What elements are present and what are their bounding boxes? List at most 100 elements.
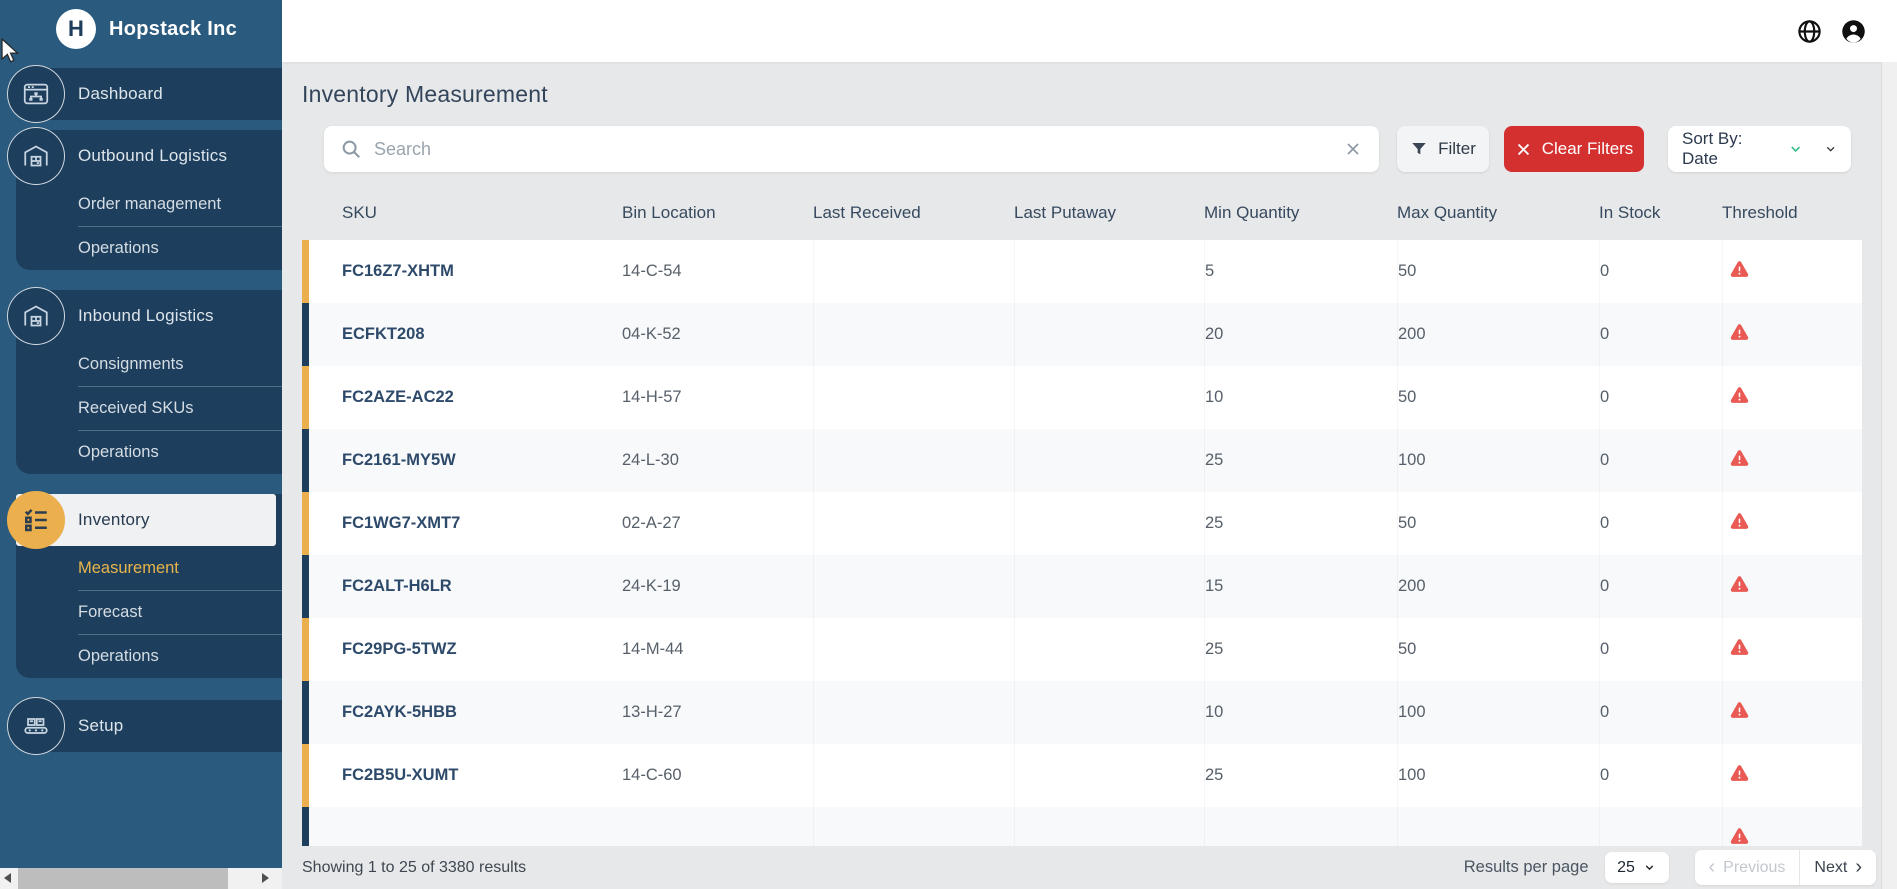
sidebar-item-inventory[interactable]: Inventory [16,494,276,546]
table-row[interactable]: FC2AZE-AC2214-H-5710500 [302,366,1862,429]
column-header-threshold: Threshold [1722,203,1862,223]
sidebar-item-consignments[interactable]: Consignments [78,342,282,386]
sku-cell[interactable]: FC29PG-5TWZ [302,618,622,681]
max-quantity-cell [1397,807,1599,846]
in-stock-cell: 0 [1599,555,1722,618]
scroll-left-arrow-icon[interactable] [4,873,11,883]
sidebar-item-operations[interactable]: Operations [78,634,282,678]
horizontal-scrollbar-thumb[interactable] [18,868,228,889]
min-quantity-cell [1204,807,1397,846]
bin-location-cell: 14-C-60 [622,744,813,807]
last-received-cell [813,240,1014,303]
threshold-cell [1722,618,1862,681]
globe-icon[interactable] [1796,18,1823,45]
last-received-cell [813,807,1014,846]
bin-location-cell: 04-K-52 [622,303,813,366]
sku-cell[interactable]: FC2ALT-H6LR [302,555,622,618]
sidebar-item-inbound-logistics[interactable]: Inbound Logistics [16,290,282,342]
search-input[interactable] [374,139,1331,160]
threshold-cell [1722,555,1862,618]
sidebar-item-order-management[interactable]: Order management [78,182,282,226]
sidebar-item-forecast[interactable]: Forecast [78,590,282,634]
max-quantity-cell: 100 [1397,681,1599,744]
conveyor-icon [7,697,65,755]
column-header-in-stock: In Stock [1599,203,1722,223]
table-row[interactable]: FC2161-MY5W24-L-30251000 [302,429,1862,492]
max-quantity-cell: 50 [1397,240,1599,303]
max-quantity-cell: 200 [1397,303,1599,366]
bin-location-cell: 24-K-19 [622,555,813,618]
warehouse-inbound-icon [7,287,65,345]
alert-triangle-icon [1729,700,1750,726]
in-stock-cell: 0 [1599,681,1722,744]
results-per-page-select[interactable]: 25 [1605,852,1669,883]
sku-cell[interactable]: FC2AZE-AC22 [302,366,622,429]
in-stock-cell: 0 [1599,366,1722,429]
sidebar-item-label: Setup [78,716,123,736]
chevron-down-icon [1643,861,1656,874]
alert-triangle-icon [1729,511,1750,537]
next-page-button[interactable]: Next › [1800,850,1876,885]
sidebar-item-setup[interactable]: Setup [16,700,282,752]
bin-location-cell: 14-M-44 [622,618,813,681]
filter-button[interactable]: Filter [1397,126,1489,172]
table-row[interactable]: FC2AYK-5HBB13-H-27101000 [302,681,1862,744]
sku-cell[interactable] [302,807,622,846]
sku-cell[interactable]: FC2AYK-5HBB [302,681,622,744]
min-quantity-cell: 25 [1204,618,1397,681]
table-row[interactable]: FC16Z7-XHTM14-C-545500 [302,240,1862,303]
sku-cell[interactable]: FC16Z7-XHTM [302,240,622,303]
table-row-partial[interactable] [302,807,1862,846]
results-summary: Showing 1 to 25 of 3380 results [302,859,526,877]
last-received-cell [813,681,1014,744]
bin-location-cell [622,807,813,846]
main-content: Inventory Measurement Filter Clear Filte… [282,62,1897,889]
last-received-cell [813,303,1014,366]
sidebar-item-measurement[interactable]: Measurement [78,546,282,590]
account-icon[interactable] [1840,18,1867,45]
sku-cell[interactable]: ECFKT208 [302,303,622,366]
scroll-right-arrow-icon[interactable] [262,873,269,883]
sidebar-item-label: Outbound Logistics [78,146,227,166]
in-stock-cell: 0 [1599,429,1722,492]
alert-triangle-icon [1729,637,1750,663]
sidebar-item-operations[interactable]: Operations [78,430,282,474]
sort-direction-chevron-icon[interactable] [1788,141,1803,157]
alert-triangle-icon [1729,322,1750,348]
max-quantity-cell: 50 [1397,492,1599,555]
last-putaway-cell [1014,681,1204,744]
column-header-bin-location: Bin Location [622,203,813,223]
table-row[interactable]: FC1WG7-XMT702-A-2725500 [302,492,1862,555]
table-row[interactable]: ECFKT20804-K-52 202000 [302,303,1862,366]
clear-filters-button[interactable]: Clear Filters [1504,126,1644,172]
sort-by-dropdown[interactable]: Sort By: Date [1668,126,1851,172]
sku-cell[interactable]: FC2B5U-XUMT [302,744,622,807]
topbar [282,0,1897,62]
sidebar-item-outbound-logistics[interactable]: Outbound Logistics [16,130,282,182]
hopstack-logo-icon: H [56,9,96,49]
last-received-cell [813,744,1014,807]
bin-location-cell: 14-H-57 [622,366,813,429]
table-row[interactable]: FC2ALT-H6LR24-K-19152000 [302,555,1862,618]
brand-name: Hopstack Inc [109,18,237,41]
last-putaway-cell [1014,744,1204,807]
previous-page-button[interactable]: ‹ Previous [1695,850,1800,885]
min-quantity-cell: 20 [1204,303,1397,366]
x-icon [1515,141,1532,158]
min-quantity-cell: 10 [1204,366,1397,429]
in-stock-cell: 0 [1599,492,1722,555]
inventory-checklist-icon [7,491,65,549]
sidebar-horizontal-scrollbar[interactable] [0,868,282,889]
search-box [324,126,1379,172]
table-header-row: SKUBin LocationLast ReceivedLast Putaway… [302,186,1862,240]
sidebar-item-dashboard[interactable]: Dashboard [16,68,282,120]
table-row[interactable]: FC29PG-5TWZ14-M-4425500 [302,618,1862,681]
in-stock-cell: 0 [1599,303,1722,366]
sidebar-item-operations[interactable]: Operations [78,226,282,270]
vertical-scrollbar[interactable] [1881,62,1897,889]
sku-cell[interactable]: FC1WG7-XMT7 [302,492,622,555]
sidebar-item-received-skus[interactable]: Received SKUs [78,386,282,430]
sku-cell[interactable]: FC2161-MY5W [302,429,622,492]
clear-search-icon[interactable] [1343,139,1363,159]
table-row[interactable]: FC2B5U-XUMT14-C-60251000 [302,744,1862,807]
